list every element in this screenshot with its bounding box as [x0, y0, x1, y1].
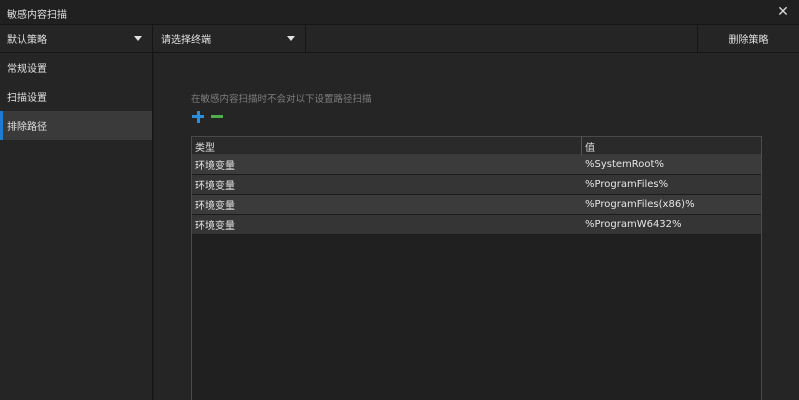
table-row[interactable]: 环境变量 %ProgramFiles(x86)%	[192, 195, 761, 215]
sidebar-item-general-settings[interactable]: 常规设置	[0, 53, 152, 82]
remove-path-button[interactable]	[211, 110, 225, 124]
column-header-value[interactable]: 值	[582, 137, 761, 155]
policy-dropdown[interactable]: 默认策略	[0, 25, 153, 52]
cell-value: %SystemRoot%	[585, 159, 664, 170]
terminal-dropdown[interactable]: 请选择终端	[154, 25, 306, 52]
sidebar-item-label: 扫描设置	[7, 93, 47, 104]
cell-value: %ProgramFiles%	[585, 179, 669, 190]
delete-policy-button[interactable]: 删除策略	[697, 25, 799, 52]
cell-type: 环境变量	[195, 181, 235, 192]
add-path-button[interactable]	[192, 110, 206, 124]
table-row[interactable]: 环境变量 %ProgramFiles%	[192, 175, 761, 195]
cell-type: 环境变量	[195, 161, 235, 172]
sidebar-item-label: 常规设置	[7, 64, 47, 75]
close-button[interactable]: ✕	[773, 2, 793, 22]
cell-type: 环境变量	[195, 221, 235, 232]
chevron-down-icon	[134, 36, 142, 41]
table-row[interactable]: 环境变量 %SystemRoot%	[192, 155, 761, 175]
exclude-hint: 在敏感内容扫描时不会对以下设置路径扫描	[191, 94, 372, 105]
close-icon: ✕	[777, 4, 789, 20]
cell-value: %ProgramW6432%	[585, 219, 682, 230]
cell-value: %ProgramFiles(x86)%	[585, 199, 695, 210]
main-panel: 在敏感内容扫描时不会对以下设置路径扫描 类型 值 环境变量 %SystemRoo…	[154, 53, 799, 400]
sidebar-item-scan-settings[interactable]: 扫描设置	[0, 82, 152, 111]
chevron-down-icon	[287, 36, 295, 41]
column-header-type[interactable]: 类型	[192, 137, 582, 155]
sidebar-item-label: 排除路径	[7, 122, 47, 133]
window-title: 敏感内容扫描	[7, 10, 67, 21]
toolbar: 默认策略 请选择终端 删除策略	[0, 25, 799, 53]
title-bar: 敏感内容扫描 ✕	[0, 0, 799, 25]
sidebar-item-exclude-paths[interactable]: 排除路径	[0, 111, 152, 140]
delete-policy-label: 删除策略	[728, 35, 769, 46]
terminal-dropdown-label: 请选择终端	[161, 35, 211, 46]
table-header: 类型 值	[192, 137, 761, 155]
policy-dropdown-label: 默认策略	[7, 35, 47, 46]
cell-type: 环境变量	[195, 201, 235, 212]
sidebar: 常规设置 扫描设置 排除路径	[0, 53, 153, 400]
exclude-path-table: 类型 值 环境变量 %SystemRoot% 环境变量 %ProgramFile…	[191, 136, 762, 400]
table-row[interactable]: 环境变量 %ProgramW6432%	[192, 215, 761, 235]
